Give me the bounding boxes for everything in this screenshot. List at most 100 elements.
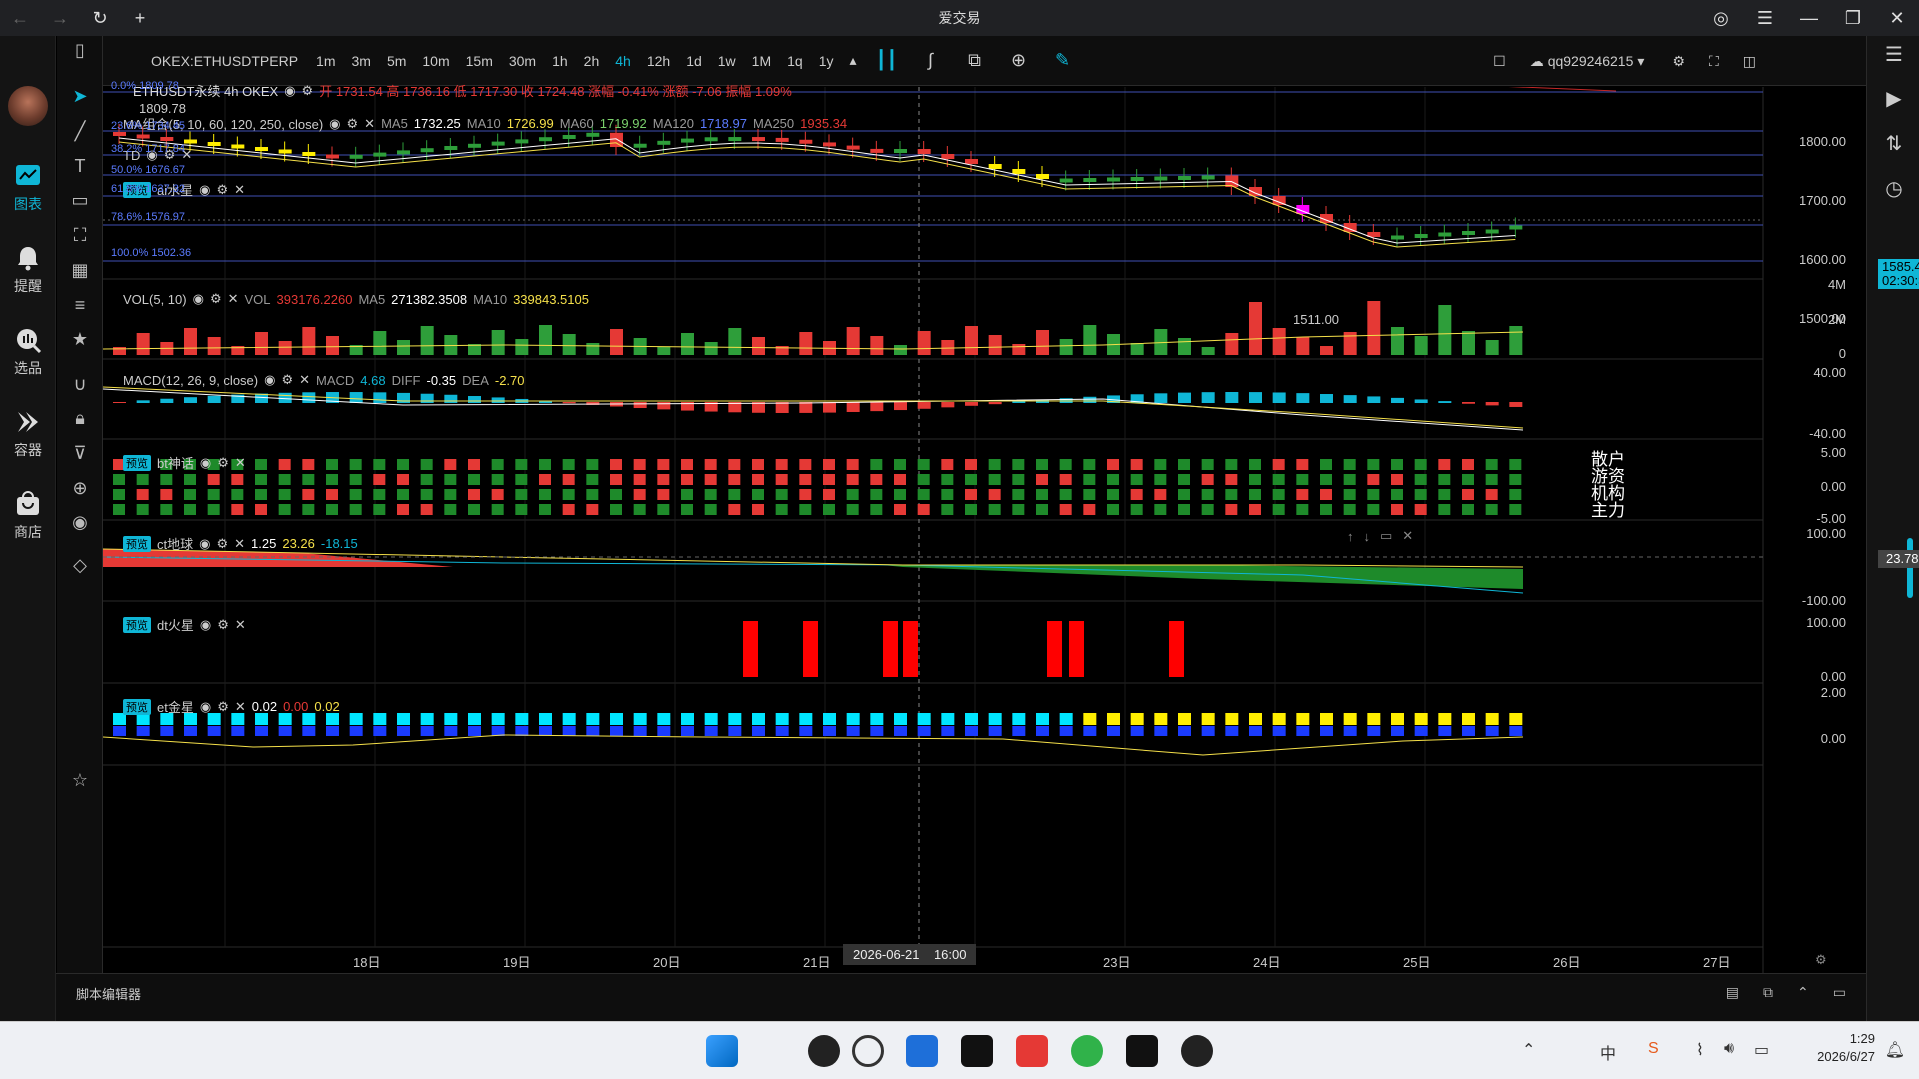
timeframe-12h[interactable]: 12h <box>639 53 678 69</box>
ime-icon[interactable]: 中 <box>1600 1040 1616 1064</box>
timeframe-5m[interactable]: 5m <box>379 53 414 69</box>
timeframe-1m[interactable]: 1m <box>308 53 343 69</box>
target-icon[interactable]: ⊕ <box>68 476 92 500</box>
search-icon[interactable] <box>852 1035 884 1067</box>
star-icon[interactable]: ★ <box>68 327 92 351</box>
fullscreen-box-icon[interactable]: ☐ <box>1493 53 1506 70</box>
avatar[interactable] <box>8 86 48 126</box>
app-icon[interactable] <box>808 1035 840 1067</box>
wifi-icon[interactable]: ⌇ <box>1696 1040 1704 1060</box>
windows-start-icon[interactable] <box>706 1035 738 1067</box>
crop-icon[interactable]: ⛶ <box>68 223 92 247</box>
tiktok-icon[interactable] <box>961 1035 993 1067</box>
eye-icon[interactable]: ◉ <box>199 182 210 198</box>
timeframe-30m[interactable]: 30m <box>501 53 544 69</box>
qq-icon[interactable] <box>1181 1035 1213 1067</box>
back-icon[interactable]: ← <box>0 0 40 36</box>
draw-icon[interactable]: ✎ <box>1041 50 1085 71</box>
eye-icon[interactable]: ◉ <box>284 83 295 99</box>
timeframe-1w[interactable]: 1w <box>710 53 744 69</box>
chat-app-icon[interactable] <box>906 1035 938 1067</box>
new-tab-icon[interactable]: + <box>120 0 160 36</box>
gear-icon[interactable]: ⚙ <box>302 83 314 99</box>
reload-icon[interactable]: ↻ <box>80 0 120 36</box>
layout-icon[interactable]: ⧉ <box>953 50 997 71</box>
panel-toggle-icon[interactable]: ◫ <box>1743 53 1756 70</box>
nav-item-store[interactable]: 商店 <box>0 490 56 542</box>
eye-icon[interactable]: ◉ <box>200 455 211 471</box>
magnet-icon[interactable]: ∪ <box>68 372 92 396</box>
cursor-icon[interactable]: ➤ <box>68 84 92 108</box>
favorite-icon[interactable]: ☆ <box>68 768 92 792</box>
indicator-icon[interactable]: ∫ <box>909 50 953 71</box>
trading-app-icon[interactable] <box>1126 1035 1158 1067</box>
close-icon[interactable]: ✕ <box>364 116 375 132</box>
save-icon[interactable]: ▤ <box>1726 984 1739 1001</box>
eye-icon[interactable]: ◉ <box>200 699 211 715</box>
timeframe-3m[interactable]: 3m <box>343 53 378 69</box>
clock-icon[interactable]: ◷ <box>1880 176 1908 204</box>
forward-icon[interactable]: → <box>40 0 80 36</box>
timeframe-10m[interactable]: 10m <box>414 53 457 69</box>
gear-icon[interactable]: ⚙ <box>217 617 229 633</box>
eye-icon[interactable]: ◉ <box>264 372 275 388</box>
eye-icon[interactable]: ◉ <box>329 116 340 132</box>
sogou-icon[interactable]: S <box>1648 1040 1659 1058</box>
list-icon[interactable]: ☰ <box>1880 42 1908 70</box>
gear-icon[interactable]: ⚙ <box>216 536 228 552</box>
gear-icon[interactable]: ⚙ <box>281 372 293 388</box>
script-editor-tab[interactable]: 脚本编辑器 <box>76 984 141 1003</box>
close-icon[interactable]: ✕ <box>234 536 245 552</box>
menu-icon[interactable]: ☰ <box>1743 0 1787 36</box>
grid-icon[interactable]: ▦ <box>68 258 92 282</box>
notification-icon[interactable]: 🔔︎ <box>1885 1040 1905 1060</box>
taskbar-clock[interactable]: 1:29 2026/6/27 <box>1817 1030 1875 1066</box>
close-icon[interactable]: ✕ <box>1875 0 1919 36</box>
nav-item-chart[interactable]: 图表 <box>0 162 56 214</box>
sidebar-toggle-icon[interactable]: ▯ <box>68 38 92 62</box>
lines-icon[interactable]: ≡ <box>68 293 92 317</box>
timeframe-2h[interactable]: 2h <box>576 53 608 69</box>
trendline-icon[interactable]: ╱ <box>68 119 92 143</box>
move-up-icon[interactable]: ↑ <box>1347 529 1354 544</box>
move-down-icon[interactable]: ↓ <box>1364 529 1371 544</box>
gear-icon[interactable]: ⚙ <box>217 455 229 471</box>
timeframe-4h[interactable]: 4h <box>607 53 639 69</box>
battery-icon[interactable]: ▭ <box>1754 1040 1769 1060</box>
rectangle-icon[interactable]: ▭ <box>68 188 92 212</box>
expand-icon[interactable]: ⛶ <box>1709 53 1719 70</box>
chart-area[interactable]: ETHUSDT永续 4h OKEX ◉ ⚙ 开 1731.54 高 1736.16… <box>103 80 1919 973</box>
timeframe-1h[interactable]: 1h <box>544 53 576 69</box>
alert-add-icon[interactable]: ⊕ <box>997 50 1041 71</box>
tray-chevron-icon[interactable]: ⌃ <box>1522 1040 1535 1060</box>
eye-icon[interactable]: ◉ <box>199 536 210 552</box>
scrollbar[interactable] <box>1907 538 1913 598</box>
exchange-icon[interactable]: ⇅ <box>1880 131 1908 159</box>
timeframe-1y[interactable]: 1y <box>811 53 842 69</box>
wps-icon[interactable] <box>1016 1035 1048 1067</box>
play-panel-icon[interactable]: ▶ <box>1880 86 1908 114</box>
eraser-icon[interactable]: ◇ <box>68 553 92 577</box>
chevron-up-icon[interactable]: ⌃ <box>1797 984 1809 1001</box>
lock-icon[interactable]: 🔒︎ <box>68 406 92 430</box>
close-icon[interactable]: ✕ <box>234 182 245 198</box>
gear-icon[interactable]: ⚙ <box>210 291 222 307</box>
restore-icon[interactable]: ❐ <box>1831 0 1875 36</box>
timeframe-15m[interactable]: 15m <box>458 53 501 69</box>
gear-icon[interactable]: ⚙ <box>216 182 228 198</box>
timeframe-1M[interactable]: 1M <box>744 53 779 69</box>
nav-item-alert[interactable]: 提醒 <box>0 244 56 296</box>
nav-item-select[interactable]: 选品 <box>0 326 56 378</box>
symbol-selector[interactable]: OKEX:ETHUSDTPERP <box>141 53 308 69</box>
eye-icon[interactable]: ◉ <box>200 617 211 633</box>
eye-icon[interactable]: ◉ <box>193 291 204 307</box>
gear-icon[interactable]: ⚙ <box>347 116 359 132</box>
volume-icon[interactable]: 🔊︎ <box>1724 1040 1734 1058</box>
axis-settings-icon[interactable]: ⚙ <box>1815 952 1827 968</box>
close-icon[interactable]: ✕ <box>235 455 246 471</box>
gear-icon[interactable]: ⚙ <box>217 699 229 715</box>
nav-item-container[interactable]: 容器 <box>0 408 56 460</box>
minimize-icon[interactable]: — <box>1787 0 1831 36</box>
support-icon[interactable]: ◎ <box>1699 0 1743 36</box>
timeframe-dropdown-icon[interactable]: ▴ <box>842 52 865 69</box>
